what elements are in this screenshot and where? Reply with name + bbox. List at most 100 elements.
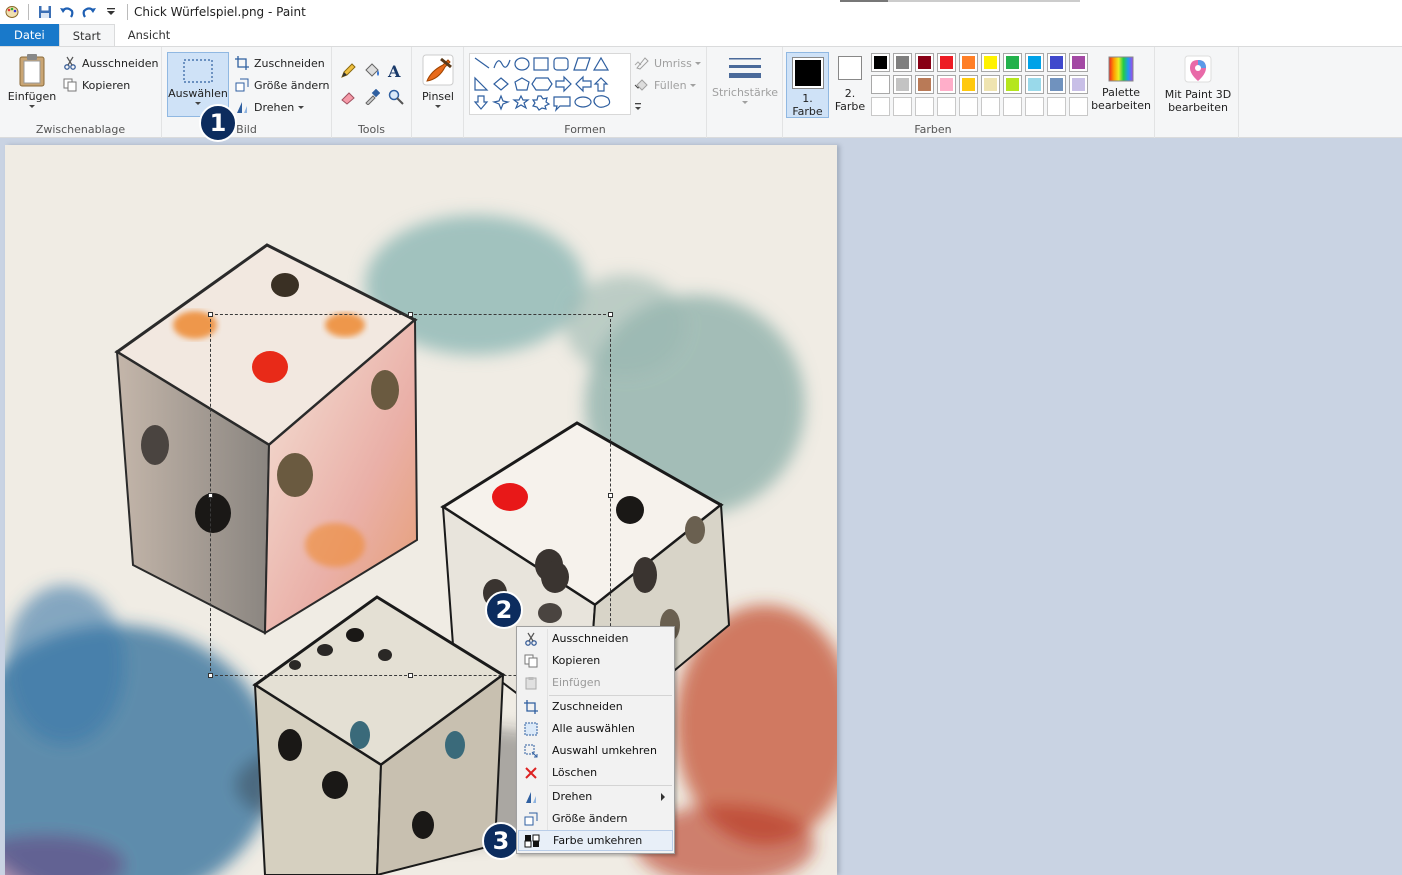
redo-icon[interactable] [79, 2, 99, 22]
copy-button[interactable]: Kopieren [62, 77, 130, 93]
palette-swatch-empty[interactable] [871, 97, 890, 116]
palette-swatch-empty[interactable] [937, 97, 956, 116]
invert-color-icon [519, 834, 545, 848]
palette-swatch-empty[interactable] [915, 97, 934, 116]
selection-handle-bottom[interactable] [408, 673, 413, 678]
resize-label: Größe ändern [254, 78, 330, 92]
color-picker-icon[interactable] [364, 89, 380, 105]
fill-button[interactable]: Füllen [634, 77, 696, 93]
palette-swatch[interactable] [893, 75, 912, 94]
text-tool-icon[interactable]: A [387, 62, 403, 80]
tab-file[interactable]: Datei [0, 24, 59, 46]
menu-item-crop[interactable]: Zuschneiden [518, 696, 673, 717]
palette-swatch[interactable] [893, 53, 912, 72]
menu-item-cut[interactable]: Ausschneiden [518, 628, 673, 649]
palette-swatch-fill [896, 100, 909, 113]
chevron-down-icon [742, 101, 748, 104]
eraser-icon[interactable] [340, 89, 356, 105]
copy-icon [518, 654, 544, 668]
palette-swatch-empty[interactable] [893, 97, 912, 116]
menu-item-cut-label: Ausschneiden [552, 632, 629, 645]
color1-button[interactable]: 1. Farbe [786, 52, 829, 118]
selection-handle-top-right[interactable] [608, 312, 613, 317]
crop-icon [234, 55, 250, 71]
palette-swatch-fill [918, 78, 931, 91]
palette-swatch-empty[interactable] [981, 97, 1000, 116]
menu-item-copy[interactable]: Kopieren [518, 650, 673, 671]
palette-swatch[interactable] [1047, 75, 1066, 94]
palette-gradient-icon [1108, 56, 1134, 82]
crop-label: Zuschneiden [254, 56, 325, 70]
fill-bucket-icon[interactable] [362, 62, 380, 80]
menu-item-invert-selection[interactable]: Auswahl umkehren [518, 740, 673, 761]
menu-item-rotate[interactable]: Drehen [518, 786, 673, 807]
palette-swatch[interactable] [871, 53, 890, 72]
color2-button[interactable]: 2. Farbe [830, 56, 870, 113]
edit-palette-button[interactable]: Palette bearbeiten [1085, 55, 1157, 112]
pencil-icon[interactable] [340, 63, 356, 79]
menu-item-delete[interactable]: Löschen [518, 762, 673, 783]
resize-button[interactable]: Größe ändern [234, 77, 330, 93]
menu-item-resize[interactable]: Größe ändern [518, 808, 673, 829]
fill-icon [634, 77, 650, 93]
tab-view[interactable]: Ansicht [115, 24, 183, 46]
selection-handle-top-left[interactable] [208, 312, 213, 317]
step-badge-1: 1 [199, 104, 237, 142]
outline-button[interactable]: Umriss [634, 55, 701, 71]
palette-swatch[interactable] [915, 75, 934, 94]
brushes-button[interactable]: Pinsel [416, 53, 460, 108]
crop-button[interactable]: Zuschneiden [234, 55, 325, 71]
clipboard-icon [518, 676, 544, 690]
selection-handle-bottom-left[interactable] [208, 673, 213, 678]
stroke-size-button[interactable]: Strichstärke [709, 55, 781, 104]
selection-handle-right[interactable] [608, 493, 613, 498]
palette-swatch[interactable] [981, 75, 1000, 94]
select-label: Auswählen [168, 87, 228, 100]
menu-item-paste-label: Einfügen [552, 676, 601, 689]
selection-rectangle[interactable] [208, 312, 613, 678]
palette-swatch[interactable] [937, 75, 956, 94]
customize-qat-icon[interactable] [101, 2, 121, 22]
palette-swatch-empty[interactable] [1047, 97, 1066, 116]
context-menu: Ausschneiden Kopieren Einfügen Zuschneid… [516, 626, 675, 854]
rotate-icon [234, 99, 250, 115]
palette-swatch[interactable] [915, 53, 934, 72]
palette-swatch-fill [1006, 78, 1019, 91]
palette-swatch[interactable] [937, 53, 956, 72]
palette-swatch[interactable] [1003, 75, 1022, 94]
palette-swatch[interactable] [1047, 53, 1066, 72]
shapes-group: Umriss Füllen Formen [464, 47, 707, 139]
rotate-button[interactable]: Drehen [234, 99, 305, 115]
shapes-gallery[interactable] [469, 53, 631, 115]
selection-handle-top[interactable] [408, 312, 413, 317]
fill-label: Füllen [654, 78, 687, 92]
paint3d-button[interactable]: Mit Paint 3D bearbeiten [1159, 55, 1237, 114]
palette-swatch-empty[interactable] [959, 97, 978, 116]
palette-swatch-empty[interactable] [1003, 97, 1022, 116]
menu-item-select-all[interactable]: Alle auswählen [518, 718, 673, 739]
cut-button[interactable]: Ausschneiden [62, 55, 159, 71]
palette-swatch[interactable] [871, 75, 890, 94]
selection-handle-left[interactable] [208, 493, 213, 498]
menu-item-resize-label: Größe ändern [552, 812, 628, 825]
magnifier-icon[interactable] [388, 89, 404, 105]
palette-swatch[interactable] [959, 75, 978, 94]
cut-label: Ausschneiden [82, 56, 159, 70]
palette-swatch[interactable] [1025, 53, 1044, 72]
tab-home[interactable]: Start [58, 24, 115, 46]
palette-swatch[interactable] [1003, 53, 1022, 72]
menu-item-paste[interactable]: Einfügen [518, 672, 673, 693]
palette-swatch[interactable] [959, 53, 978, 72]
clipboard-icon [19, 54, 45, 87]
menu-item-select-all-label: Alle auswählen [552, 722, 635, 735]
paint-app-icon[interactable] [2, 2, 22, 22]
menu-item-invert-color[interactable]: Farbe umkehren [518, 830, 673, 851]
palette-swatch-empty[interactable] [1025, 97, 1044, 116]
save-icon[interactable] [35, 2, 55, 22]
image-canvas[interactable] [5, 145, 837, 875]
undo-icon[interactable] [57, 2, 77, 22]
paste-button[interactable]: Einfügen [6, 53, 58, 108]
palette-swatch[interactable] [1025, 75, 1044, 94]
palette-swatch[interactable] [981, 53, 1000, 72]
brushes-group: Pinsel [412, 47, 464, 139]
